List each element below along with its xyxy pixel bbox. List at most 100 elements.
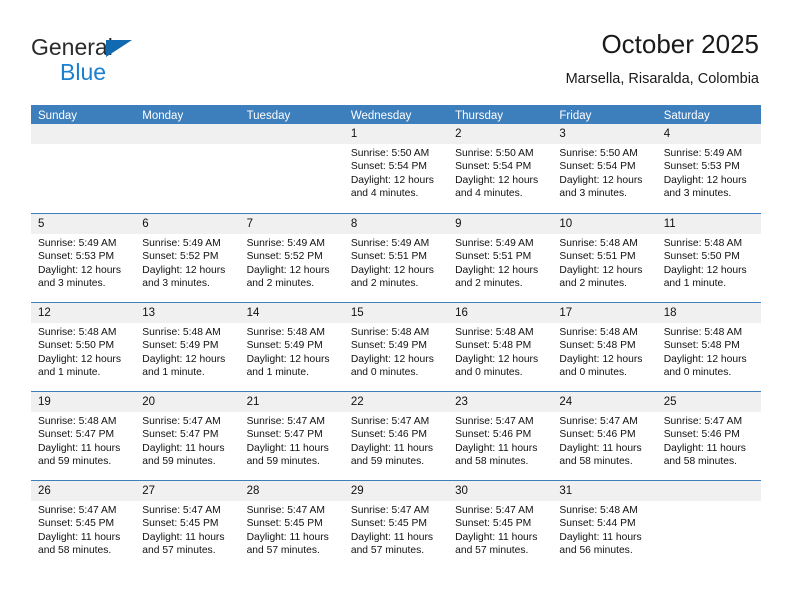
calendar-week-row: 5 Sunrise: 5:49 AM Sunset: 5:53 PM Daylight…: [31, 213, 761, 302]
calendar-day-cell[interactable]: 3 Sunrise: 5:50 AM Sunset: 5:54 PM Daylight…: [552, 124, 657, 213]
calendar-day-cell[interactable]: 20 Sunrise: 5:47 AM Sunset: 5:47 PM Dayligh…: [135, 392, 240, 480]
calendar-day-cell[interactable]: 18 Sunrise: 5:48 AM Sunset: 5:48 PM Dayligh…: [656, 303, 761, 391]
page-title: October 2025: [601, 29, 759, 59]
calendar-day-cell[interactable]: 12 Sunrise: 5:48 AM Sunset: 5:50 PM Dayligh…: [31, 303, 136, 391]
sunrise-text: Sunrise: 5:47 AM: [246, 505, 325, 516]
calendar-day-cell[interactable]: 25 Sunrise: 5:47 AM Sunset: 5:46 PM Dayligh…: [656, 392, 761, 480]
calendar-day-cell[interactable]: 1 Sunrise: 5:50 AM Sunset: 5:54 PM Daylight…: [343, 124, 449, 213]
calendar-day-cell[interactable]: 7 Sunrise: 5:49 AM Sunset: 5:52 PM Daylight…: [239, 214, 344, 302]
sunset-text: Sunset: 5:53 PM: [38, 251, 115, 263]
calendar-day-cell-empty: [656, 481, 761, 569]
sunrise-text: Sunrise: 5:47 AM: [350, 416, 430, 427]
sunset-text: Sunset: 5:47 PM: [246, 429, 323, 441]
daylight-text: Daylight: 12 hours and 1 minute.: [38, 353, 121, 378]
day-number: 5: [31, 214, 136, 234]
calendar-day-cell[interactable]: 5 Sunrise: 5:49 AM Sunset: 5:53 PM Daylight…: [31, 214, 136, 302]
sunrise-text: Sunrise: 5:48 AM: [38, 416, 117, 427]
daylight-text: Daylight: 12 hours and 2 minutes.: [350, 264, 434, 289]
daylight-text: Daylight: 12 hours and 3 minutes.: [559, 174, 643, 199]
day-sun-info: Sunrise: 5:49 AM Sunset: 5:53 PM Daylight:…: [657, 144, 761, 200]
weeks-container: 1 Sunrise: 5:50 AM Sunset: 5:54 PM Daylight…: [31, 124, 761, 569]
day-sun-info: Sunrise: 5:50 AM Sunset: 5:54 PM Daylight:…: [552, 144, 656, 200]
calendar-day-cell[interactable]: 30 Sunrise: 5:47 AM Sunset: 5:45 PM Dayligh…: [448, 481, 553, 569]
calendar-day-cell[interactable]: 17 Sunrise: 5:48 AM Sunset: 5:48 PM Dayligh…: [552, 303, 657, 391]
daylight-text: Daylight: 12 hours and 0 minutes.: [455, 353, 539, 378]
day-sun-info: Sunrise: 5:48 AM Sunset: 5:50 PM Daylight:…: [31, 323, 135, 379]
sunset-text: Sunset: 5:50 PM: [38, 340, 115, 352]
day-number: 2: [448, 124, 553, 144]
day-sun-info: Sunrise: 5:47 AM Sunset: 5:45 PM Daylight:…: [31, 501, 135, 557]
day-sun-info: Sunrise: 5:48 AM Sunset: 5:48 PM Daylight:…: [448, 323, 552, 379]
sunrise-text: Sunrise: 5:50 AM: [455, 148, 534, 159]
calendar-day-cell[interactable]: 28 Sunrise: 5:47 AM Sunset: 5:45 PM Dayligh…: [239, 481, 344, 569]
sunset-text: Sunset: 5:49 PM: [350, 340, 427, 352]
sunrise-text: Sunrise: 5:47 AM: [559, 416, 638, 427]
calendar-day-cell[interactable]: 14 Sunrise: 5:48 AM Sunset: 5:49 PM Dayligh…: [239, 303, 344, 391]
day-sun-info: Sunrise: 5:50 AM Sunset: 5:54 PM Daylight:…: [344, 144, 448, 200]
calendar-day-cell[interactable]: 24 Sunrise: 5:47 AM Sunset: 5:46 PM Dayligh…: [552, 392, 657, 480]
day-number: 14: [239, 303, 344, 323]
daylight-text: Daylight: 11 hours and 59 minutes.: [350, 442, 434, 467]
day-sun-info: Sunrise: 5:50 AM Sunset: 5:54 PM Daylight:…: [448, 144, 552, 200]
day-sun-info: Sunrise: 5:49 AM Sunset: 5:51 PM Daylight:…: [448, 234, 552, 290]
calendar-day-cell-empty: [135, 124, 240, 213]
sunrise-text: Sunrise: 5:47 AM: [142, 416, 221, 427]
calendar-day-cell[interactable]: 9 Sunrise: 5:49 AM Sunset: 5:51 PM Daylight…: [448, 214, 553, 302]
day-number: 12: [31, 303, 136, 323]
weekday-header-saturday: Saturday: [663, 110, 710, 122]
day-number: 24: [552, 392, 657, 412]
day-number: [135, 124, 240, 144]
daylight-text: Daylight: 11 hours and 58 minutes.: [455, 442, 538, 467]
day-number: 7: [239, 214, 344, 234]
sunrise-text: Sunrise: 5:48 AM: [663, 238, 743, 249]
day-number: 26: [31, 481, 136, 501]
daylight-text: Daylight: 12 hours and 0 minutes.: [663, 353, 747, 378]
sunrise-text: Sunrise: 5:47 AM: [455, 505, 534, 516]
calendar-day-cell[interactable]: 22 Sunrise: 5:47 AM Sunset: 5:46 PM Dayligh…: [343, 392, 449, 480]
day-sun-info: Sunrise: 5:49 AM Sunset: 5:53 PM Daylight:…: [31, 234, 135, 290]
daylight-text: Daylight: 12 hours and 0 minutes.: [350, 353, 434, 378]
sunset-text: Sunset: 5:54 PM: [455, 161, 532, 173]
daylight-text: Daylight: 11 hours and 59 minutes.: [38, 442, 121, 467]
general-blue-logo[interactable]: General Blue: [31, 34, 241, 94]
calendar-day-cell[interactable]: 16 Sunrise: 5:48 AM Sunset: 5:48 PM Dayligh…: [448, 303, 553, 391]
sunset-text: Sunset: 5:45 PM: [38, 518, 115, 530]
sunset-text: Sunset: 5:51 PM: [559, 251, 636, 263]
day-number: 21: [239, 392, 344, 412]
calendar-day-cell[interactable]: 15 Sunrise: 5:48 AM Sunset: 5:49 PM Dayligh…: [343, 303, 449, 391]
weekday-header-thursday: Thursday: [455, 110, 504, 122]
day-number: 1: [343, 124, 449, 144]
day-number: 31: [552, 481, 657, 501]
sunset-text: Sunset: 5:49 PM: [142, 340, 219, 352]
calendar-day-cell[interactable]: 21 Sunrise: 5:47 AM Sunset: 5:47 PM Dayligh…: [239, 392, 344, 480]
calendar-day-cell[interactable]: 4 Sunrise: 5:49 AM Sunset: 5:53 PM Daylight…: [656, 124, 761, 213]
calendar-day-cell[interactable]: 11 Sunrise: 5:48 AM Sunset: 5:50 PM Dayligh…: [656, 214, 761, 302]
sunset-text: Sunset: 5:45 PM: [246, 518, 323, 530]
day-sun-info: Sunrise: 5:47 AM Sunset: 5:45 PM Daylight:…: [240, 501, 344, 557]
sunset-text: Sunset: 5:46 PM: [663, 429, 740, 441]
daylight-text: Daylight: 11 hours and 59 minutes.: [246, 442, 329, 467]
daylight-text: Daylight: 12 hours and 3 minutes.: [663, 174, 747, 199]
daylight-text: Daylight: 12 hours and 3 minutes.: [38, 264, 121, 289]
daylight-text: Daylight: 12 hours and 0 minutes.: [559, 353, 643, 378]
calendar-day-cell[interactable]: 27 Sunrise: 5:47 AM Sunset: 5:45 PM Dayligh…: [135, 481, 240, 569]
calendar-day-cell[interactable]: 6 Sunrise: 5:49 AM Sunset: 5:52 PM Daylight…: [135, 214, 240, 302]
brand-name-general: General: [31, 34, 113, 60]
calendar-day-cell[interactable]: 8 Sunrise: 5:49 AM Sunset: 5:51 PM Daylight…: [343, 214, 449, 302]
calendar-day-cell[interactable]: 31 Sunrise: 5:48 AM Sunset: 5:44 PM Dayligh…: [552, 481, 657, 569]
calendar-day-cell[interactable]: 29 Sunrise: 5:47 AM Sunset: 5:45 PM Dayligh…: [343, 481, 449, 569]
calendar-day-cell[interactable]: 26 Sunrise: 5:47 AM Sunset: 5:45 PM Dayligh…: [31, 481, 136, 569]
calendar-day-cell[interactable]: 10 Sunrise: 5:48 AM Sunset: 5:51 PM Dayligh…: [552, 214, 657, 302]
sunset-text: Sunset: 5:54 PM: [559, 161, 636, 173]
calendar-day-cell[interactable]: 23 Sunrise: 5:47 AM Sunset: 5:46 PM Dayligh…: [448, 392, 553, 480]
daylight-text: Daylight: 11 hours and 59 minutes.: [142, 442, 225, 467]
day-number: 9: [448, 214, 553, 234]
daylight-text: Daylight: 12 hours and 2 minutes.: [455, 264, 539, 289]
calendar-day-cell[interactable]: 19 Sunrise: 5:48 AM Sunset: 5:47 PM Dayligh…: [31, 392, 136, 480]
brand-triangle-icon: [106, 40, 132, 57]
calendar-day-cell[interactable]: 2 Sunrise: 5:50 AM Sunset: 5:54 PM Daylight…: [448, 124, 553, 213]
sunrise-text: Sunrise: 5:48 AM: [142, 327, 221, 338]
calendar-day-cell[interactable]: 13 Sunrise: 5:48 AM Sunset: 5:49 PM Dayligh…: [135, 303, 240, 391]
sunset-text: Sunset: 5:51 PM: [350, 251, 427, 263]
sunrise-text: Sunrise: 5:48 AM: [350, 327, 430, 338]
